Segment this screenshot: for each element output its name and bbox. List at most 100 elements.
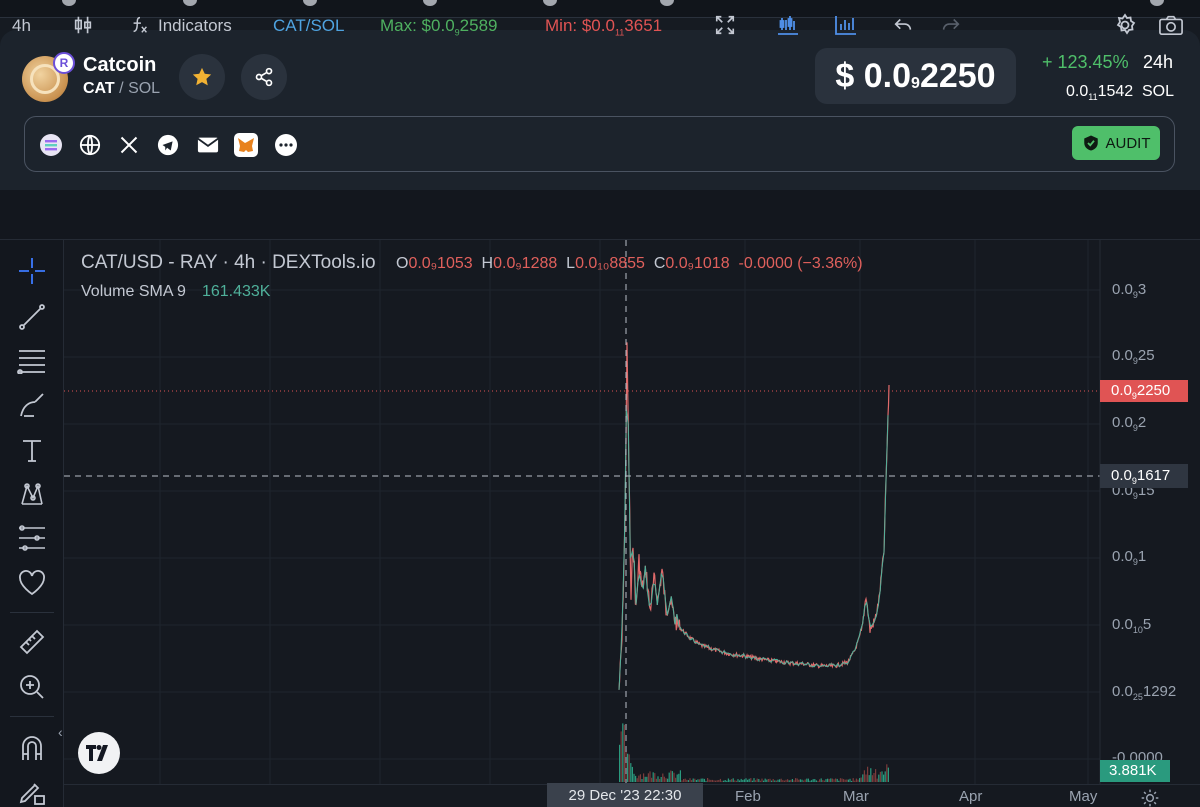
volume-bar — [806, 778, 808, 782]
volume-bar — [804, 779, 806, 782]
volume-bar — [761, 778, 763, 782]
volume-bar — [811, 780, 813, 782]
volume-bar — [799, 779, 801, 782]
volume-bar — [871, 775, 873, 782]
volume-bar — [782, 780, 784, 782]
volume-tag: 3.881K — [1100, 760, 1170, 782]
volume-bar — [713, 780, 715, 782]
volume-bar — [742, 779, 744, 782]
volume-bar — [623, 724, 625, 782]
volume-bar — [867, 766, 869, 782]
volume-bar — [763, 780, 765, 782]
volume-bar — [831, 778, 833, 782]
volume-bar — [655, 778, 657, 782]
volume-bar — [631, 766, 633, 782]
volume-bar — [844, 779, 846, 782]
volume-legend: Volume SMA 9 161.433K — [81, 283, 271, 300]
volume-bar — [839, 778, 841, 782]
volume-bar — [835, 778, 837, 782]
volume-bar — [670, 770, 672, 782]
time-axis-label: Apr — [959, 788, 983, 805]
volume-bar — [724, 780, 726, 782]
price-axis-label: 0.0925 — [1112, 347, 1155, 366]
volume-bar — [785, 779, 787, 782]
volume-bar — [769, 778, 771, 782]
volume-bar — [651, 777, 653, 782]
volume-bar — [876, 778, 878, 782]
volume-bar — [887, 767, 889, 782]
volume-bar — [828, 778, 830, 782]
volume-bar — [684, 778, 686, 782]
chart-legend-title: CAT/USD - RAY · 4h · DEXTools.io — [81, 252, 376, 273]
time-axis-label: Mar — [843, 788, 869, 805]
volume-bar — [767, 779, 769, 782]
tradingview-logo[interactable] — [78, 732, 120, 774]
volume-bar — [708, 779, 710, 782]
volume-bar — [702, 778, 704, 782]
volume-bar — [843, 779, 845, 782]
volume-bar — [729, 779, 731, 782]
volume-bar — [868, 775, 870, 782]
volume-bar — [878, 774, 880, 782]
volume-bar — [636, 778, 638, 782]
volume-bar — [793, 780, 795, 782]
volume-bar — [751, 780, 753, 782]
volume-bar — [673, 772, 675, 782]
volume-bar — [783, 780, 785, 782]
volume-bar — [745, 778, 747, 782]
volume-bar — [727, 778, 729, 782]
volume-bar — [644, 776, 646, 782]
volume-bar — [622, 723, 624, 782]
volume-bar — [734, 780, 736, 782]
volume-bar — [836, 778, 838, 782]
volume-bar — [795, 778, 797, 782]
volume-bar — [630, 763, 632, 782]
volume-bar — [619, 744, 621, 782]
volume-bar — [635, 775, 637, 782]
volume-bar — [743, 779, 745, 782]
price-series-line-up — [618, 409, 889, 690]
volume-bar — [886, 764, 888, 782]
volume-bar — [667, 778, 669, 782]
volume-bar — [875, 769, 877, 782]
volume-bar — [711, 779, 713, 782]
chart-canvas[interactable] — [0, 0, 1200, 807]
volume-bar — [852, 778, 854, 782]
crosshair-time-tag: 29 Dec '23 22:30 — [547, 783, 703, 807]
volume-bar — [678, 773, 680, 782]
volume-bar — [735, 780, 737, 782]
volume-bar — [719, 778, 721, 782]
volume-bar — [628, 754, 630, 782]
volume-bar — [675, 777, 677, 782]
volume-bar — [718, 780, 720, 782]
brightness-icon[interactable] — [1138, 786, 1162, 807]
volume-bar — [771, 780, 773, 782]
volume-bar — [815, 780, 817, 782]
volume-bar — [654, 773, 656, 782]
app-window: R Catcoin CAT / SOL $ 0.0 9 2250 + 123.45%… — [0, 0, 1200, 807]
volume-bar — [827, 778, 829, 782]
volume-bar — [873, 773, 875, 782]
collapse-toolbar-icon[interactable]: ‹ — [58, 724, 63, 740]
volume-bar — [750, 778, 752, 782]
volume-bar — [707, 778, 709, 782]
volume-bar — [884, 771, 886, 782]
volume-bar — [676, 774, 678, 782]
volume-bar — [862, 774, 864, 782]
volume-bar — [643, 773, 645, 782]
volume-bar — [857, 779, 859, 782]
volume-bar — [801, 779, 803, 782]
volume-bar — [697, 779, 699, 782]
volume-bar — [833, 779, 835, 782]
volume-bar — [641, 779, 643, 782]
volume-bar — [686, 779, 688, 782]
volume-bar — [748, 778, 750, 782]
volume-bar — [788, 780, 790, 782]
volume-bar — [849, 778, 851, 782]
volume-bar — [681, 780, 683, 782]
volume-bar — [830, 778, 832, 782]
volume-bar — [798, 779, 800, 782]
volume-bar — [807, 778, 809, 782]
volume-bar — [639, 774, 641, 782]
volume-bar — [663, 776, 665, 782]
